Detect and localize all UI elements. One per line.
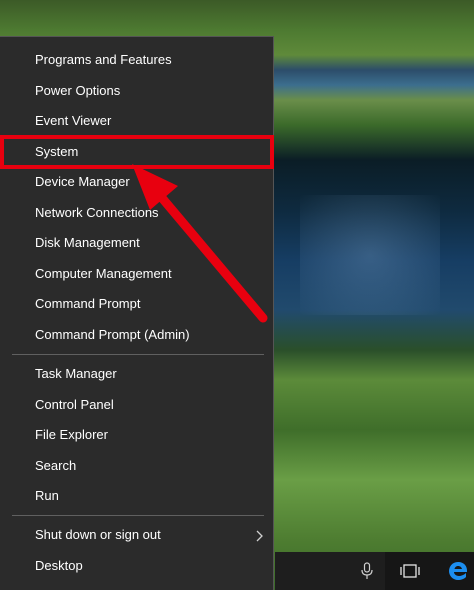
menu-item-task-manager[interactable]: Task Manager <box>0 359 272 389</box>
menu-separator <box>12 354 264 355</box>
task-view-icon[interactable] <box>395 552 425 590</box>
menu-item-search[interactable]: Search <box>0 451 272 481</box>
menu-item-device-manager[interactable]: Device Manager <box>0 167 272 197</box>
menu-item-network-connections[interactable]: Network Connections <box>0 198 272 228</box>
menu-item-command-prompt-admin[interactable]: Command Prompt (Admin) <box>0 320 272 350</box>
menu-item-disk-management[interactable]: Disk Management <box>0 228 272 258</box>
microphone-icon[interactable] <box>355 552 379 590</box>
winx-context-menu: Programs and Features Power Options Even… <box>0 36 274 590</box>
menu-item-computer-management[interactable]: Computer Management <box>0 259 272 289</box>
menu-item-command-prompt[interactable]: Command Prompt <box>0 289 272 319</box>
menu-item-run[interactable]: Run <box>0 481 272 511</box>
menu-item-system[interactable]: System <box>0 137 272 167</box>
menu-item-control-panel[interactable]: Control Panel <box>0 390 272 420</box>
menu-separator <box>12 515 264 516</box>
chevron-right-icon <box>256 520 264 550</box>
wallpaper-lake-reflection <box>300 195 440 315</box>
menu-item-event-viewer[interactable]: Event Viewer <box>0 106 272 136</box>
menu-item-programs-and-features[interactable]: Programs and Features <box>0 45 272 75</box>
menu-item-power-options[interactable]: Power Options <box>0 76 272 106</box>
menu-item-label: Shut down or sign out <box>35 527 161 542</box>
menu-item-desktop[interactable]: Desktop <box>0 551 272 581</box>
menu-item-file-explorer[interactable]: File Explorer <box>0 420 272 450</box>
menu-item-shut-down-or-sign-out[interactable]: Shut down or sign out <box>0 520 272 550</box>
edge-icon[interactable] <box>443 552 473 590</box>
taskbar <box>275 552 474 590</box>
